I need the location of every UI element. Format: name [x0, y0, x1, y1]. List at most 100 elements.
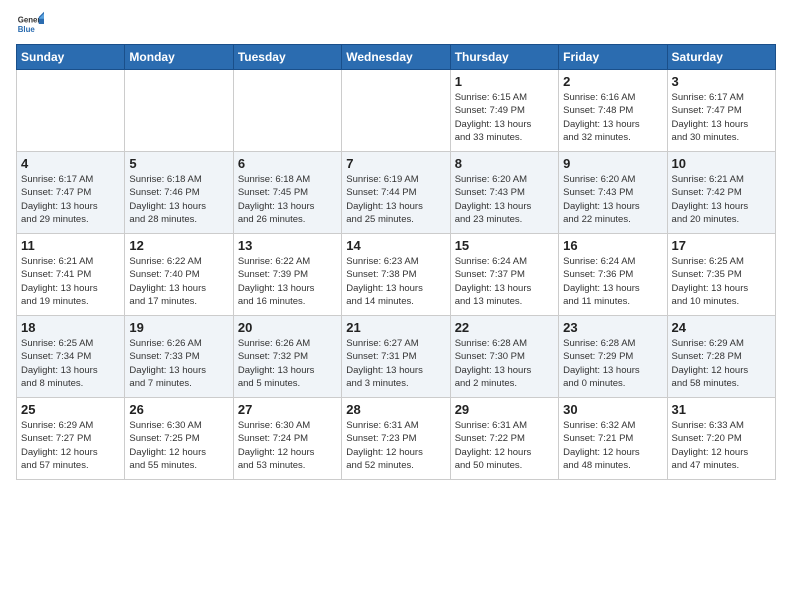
day-info: Sunrise: 6:25 AM Sunset: 7:35 PM Dayligh… [672, 255, 771, 308]
day-info: Sunrise: 6:25 AM Sunset: 7:34 PM Dayligh… [21, 337, 120, 390]
calendar-day-cell [233, 70, 341, 152]
day-info: Sunrise: 6:29 AM Sunset: 7:27 PM Dayligh… [21, 419, 120, 472]
calendar-day-header: Friday [559, 45, 667, 70]
day-info: Sunrise: 6:23 AM Sunset: 7:38 PM Dayligh… [346, 255, 445, 308]
calendar-day-cell: 20 Sunrise: 6:26 AM Sunset: 7:32 PM Dayli… [233, 316, 341, 398]
day-info: Sunrise: 6:26 AM Sunset: 7:32 PM Dayligh… [238, 337, 337, 390]
day-number: 15 [455, 238, 554, 253]
logo: General Blue [16, 10, 48, 38]
day-number: 20 [238, 320, 337, 335]
calendar-day-cell: 21 Sunrise: 6:27 AM Sunset: 7:31 PM Dayli… [342, 316, 450, 398]
day-number: 25 [21, 402, 120, 417]
calendar-day-cell: 24 Sunrise: 6:29 AM Sunset: 7:28 PM Dayli… [667, 316, 775, 398]
calendar-table: SundayMondayTuesdayWednesdayThursdayFrid… [16, 44, 776, 480]
day-info: Sunrise: 6:30 AM Sunset: 7:24 PM Dayligh… [238, 419, 337, 472]
calendar-day-cell: 8 Sunrise: 6:20 AM Sunset: 7:43 PM Daylig… [450, 152, 558, 234]
calendar-day-cell [342, 70, 450, 152]
day-info: Sunrise: 6:27 AM Sunset: 7:31 PM Dayligh… [346, 337, 445, 390]
calendar-day-cell: 14 Sunrise: 6:23 AM Sunset: 7:38 PM Dayli… [342, 234, 450, 316]
day-number: 9 [563, 156, 662, 171]
calendar-day-cell: 9 Sunrise: 6:20 AM Sunset: 7:43 PM Daylig… [559, 152, 667, 234]
calendar-day-cell: 6 Sunrise: 6:18 AM Sunset: 7:45 PM Daylig… [233, 152, 341, 234]
calendar-header-row: SundayMondayTuesdayWednesdayThursdayFrid… [17, 45, 776, 70]
day-number: 1 [455, 74, 554, 89]
day-info: Sunrise: 6:24 AM Sunset: 7:36 PM Dayligh… [563, 255, 662, 308]
calendar-day-cell: 19 Sunrise: 6:26 AM Sunset: 7:33 PM Dayli… [125, 316, 233, 398]
day-number: 26 [129, 402, 228, 417]
day-info: Sunrise: 6:20 AM Sunset: 7:43 PM Dayligh… [563, 173, 662, 226]
calendar-day-cell: 7 Sunrise: 6:19 AM Sunset: 7:44 PM Daylig… [342, 152, 450, 234]
calendar-day-cell: 25 Sunrise: 6:29 AM Sunset: 7:27 PM Dayli… [17, 398, 125, 480]
day-number: 8 [455, 156, 554, 171]
day-number: 30 [563, 402, 662, 417]
day-number: 27 [238, 402, 337, 417]
day-number: 31 [672, 402, 771, 417]
day-info: Sunrise: 6:31 AM Sunset: 7:23 PM Dayligh… [346, 419, 445, 472]
day-info: Sunrise: 6:17 AM Sunset: 7:47 PM Dayligh… [672, 91, 771, 144]
day-info: Sunrise: 6:18 AM Sunset: 7:46 PM Dayligh… [129, 173, 228, 226]
calendar-day-cell [17, 70, 125, 152]
day-number: 16 [563, 238, 662, 253]
day-number: 22 [455, 320, 554, 335]
day-info: Sunrise: 6:18 AM Sunset: 7:45 PM Dayligh… [238, 173, 337, 226]
calendar-day-header: Saturday [667, 45, 775, 70]
calendar-day-cell: 5 Sunrise: 6:18 AM Sunset: 7:46 PM Daylig… [125, 152, 233, 234]
day-info: Sunrise: 6:19 AM Sunset: 7:44 PM Dayligh… [346, 173, 445, 226]
day-number: 7 [346, 156, 445, 171]
day-number: 4 [21, 156, 120, 171]
day-number: 12 [129, 238, 228, 253]
calendar-week-row: 4 Sunrise: 6:17 AM Sunset: 7:47 PM Daylig… [17, 152, 776, 234]
day-info: Sunrise: 6:24 AM Sunset: 7:37 PM Dayligh… [455, 255, 554, 308]
day-info: Sunrise: 6:22 AM Sunset: 7:40 PM Dayligh… [129, 255, 228, 308]
calendar-day-cell: 10Sunrise: 6:21 AM Sunset: 7:42 PM Dayli… [667, 152, 775, 234]
day-number: 10 [672, 156, 771, 171]
calendar-day-cell [125, 70, 233, 152]
logo-icon: General Blue [16, 10, 44, 38]
day-number: 19 [129, 320, 228, 335]
calendar-day-header: Wednesday [342, 45, 450, 70]
calendar-day-header: Tuesday [233, 45, 341, 70]
calendar-day-cell: 18 Sunrise: 6:25 AM Sunset: 7:34 PM Dayli… [17, 316, 125, 398]
day-info: Sunrise: 6:15 AM Sunset: 7:49 PM Dayligh… [455, 91, 554, 144]
calendar-week-row: 1 Sunrise: 6:15 AM Sunset: 7:49 PM Daylig… [17, 70, 776, 152]
calendar-week-row: 11Sunrise: 6:21 AM Sunset: 7:41 PM Dayli… [17, 234, 776, 316]
day-number: 29 [455, 402, 554, 417]
day-number: 6 [238, 156, 337, 171]
calendar-day-cell: 27 Sunrise: 6:30 AM Sunset: 7:24 PM Dayli… [233, 398, 341, 480]
calendar-day-cell: 12 Sunrise: 6:22 AM Sunset: 7:40 PM Dayli… [125, 234, 233, 316]
day-info: Sunrise: 6:31 AM Sunset: 7:22 PM Dayligh… [455, 419, 554, 472]
calendar-week-row: 25 Sunrise: 6:29 AM Sunset: 7:27 PM Dayli… [17, 398, 776, 480]
day-info: Sunrise: 6:28 AM Sunset: 7:29 PM Dayligh… [563, 337, 662, 390]
calendar-day-cell: 29 Sunrise: 6:31 AM Sunset: 7:22 PM Dayli… [450, 398, 558, 480]
day-info: Sunrise: 6:16 AM Sunset: 7:48 PM Dayligh… [563, 91, 662, 144]
calendar-day-cell: 31Sunrise: 6:33 AM Sunset: 7:20 PM Dayli… [667, 398, 775, 480]
day-info: Sunrise: 6:26 AM Sunset: 7:33 PM Dayligh… [129, 337, 228, 390]
day-info: Sunrise: 6:22 AM Sunset: 7:39 PM Dayligh… [238, 255, 337, 308]
calendar-day-cell: 2Sunrise: 6:16 AM Sunset: 7:48 PM Daylig… [559, 70, 667, 152]
calendar-day-cell: 22 Sunrise: 6:28 AM Sunset: 7:30 PM Dayli… [450, 316, 558, 398]
day-number: 24 [672, 320, 771, 335]
calendar-day-cell: 17Sunrise: 6:25 AM Sunset: 7:35 PM Dayli… [667, 234, 775, 316]
day-info: Sunrise: 6:20 AM Sunset: 7:43 PM Dayligh… [455, 173, 554, 226]
day-info: Sunrise: 6:17 AM Sunset: 7:47 PM Dayligh… [21, 173, 120, 226]
calendar-day-cell: 13Sunrise: 6:22 AM Sunset: 7:39 PM Dayli… [233, 234, 341, 316]
calendar-day-cell: 15 Sunrise: 6:24 AM Sunset: 7:37 PM Dayli… [450, 234, 558, 316]
day-info: Sunrise: 6:30 AM Sunset: 7:25 PM Dayligh… [129, 419, 228, 472]
day-number: 3 [672, 74, 771, 89]
calendar-day-header: Monday [125, 45, 233, 70]
day-number: 5 [129, 156, 228, 171]
calendar-day-cell: 26 Sunrise: 6:30 AM Sunset: 7:25 PM Dayli… [125, 398, 233, 480]
day-number: 21 [346, 320, 445, 335]
day-number: 14 [346, 238, 445, 253]
day-info: Sunrise: 6:28 AM Sunset: 7:30 PM Dayligh… [455, 337, 554, 390]
svg-text:Blue: Blue [18, 25, 36, 34]
day-number: 28 [346, 402, 445, 417]
calendar-day-cell: 30Sunrise: 6:32 AM Sunset: 7:21 PM Dayli… [559, 398, 667, 480]
calendar-week-row: 18 Sunrise: 6:25 AM Sunset: 7:34 PM Dayli… [17, 316, 776, 398]
day-info: Sunrise: 6:21 AM Sunset: 7:41 PM Dayligh… [21, 255, 120, 308]
calendar-day-cell: 28 Sunrise: 6:31 AM Sunset: 7:23 PM Dayli… [342, 398, 450, 480]
header: General Blue [16, 10, 776, 38]
calendar-day-cell: 3 Sunrise: 6:17 AM Sunset: 7:47 PM Daylig… [667, 70, 775, 152]
day-info: Sunrise: 6:29 AM Sunset: 7:28 PM Dayligh… [672, 337, 771, 390]
day-number: 18 [21, 320, 120, 335]
